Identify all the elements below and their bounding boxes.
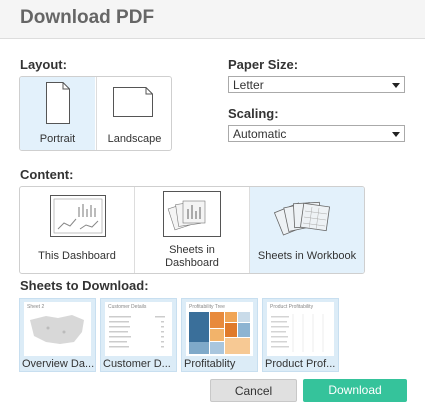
content-option-sheets-in-workbook[interactable]: Sheets in Workbook xyxy=(250,187,364,273)
this-dashboard-label: This Dashboard xyxy=(38,250,116,262)
layout-label: Layout: xyxy=(20,57,67,72)
download-button[interactable]: Download xyxy=(303,379,407,402)
layout-selector: Portrait Landscape xyxy=(19,76,172,151)
scaling-label: Scaling: xyxy=(228,106,279,121)
sheets-to-download-label: Sheets to Download: xyxy=(20,278,149,293)
sheet-label: Customer D... xyxy=(103,358,171,370)
sheet-preview: Profitability Tree xyxy=(186,302,253,356)
content-selector: This Dashboard Sheets in Dashboard Sheet… xyxy=(19,186,365,274)
treemap-preview-icon xyxy=(189,312,250,354)
content-label: Content: xyxy=(20,167,74,182)
sheets-in-dashboard-label-line2: Dashboard xyxy=(165,257,219,269)
scaling-value: Automatic xyxy=(233,127,287,141)
scaling-select[interactable]: Automatic xyxy=(228,125,405,142)
portrait-label: Portrait xyxy=(39,133,76,145)
sheets-in-dashboard-icon xyxy=(163,191,221,237)
sheet-thumbnail[interactable]: Profitability Tree Profitablity xyxy=(181,298,258,372)
paper-size-value: Letter xyxy=(233,78,264,92)
table-preview-icon xyxy=(109,316,165,348)
dialog-title: Download PDF xyxy=(20,7,155,28)
sheet-label: Profitablity xyxy=(184,358,236,370)
chevron-down-icon xyxy=(392,83,400,88)
paper-size-label: Paper Size: xyxy=(228,57,299,72)
landscape-label: Landscape xyxy=(107,133,162,145)
layout-option-landscape[interactable]: Landscape xyxy=(96,77,171,150)
sheet-thumbnail[interactable]: Sheet 2 Overview Da... xyxy=(19,298,96,372)
content-option-this-dashboard[interactable]: This Dashboard xyxy=(20,187,135,273)
sheet-preview: Customer Details xyxy=(105,302,172,356)
paper-size-select[interactable]: Letter xyxy=(228,76,405,93)
sheet-thumbnail[interactable]: Product Profitability Product Prof... xyxy=(262,298,339,372)
cancel-button[interactable]: Cancel xyxy=(210,379,297,402)
sheets-in-workbook-icon xyxy=(273,201,330,236)
sheets-in-dashboard-label-line1: Sheets in xyxy=(169,244,215,256)
layout-option-portrait[interactable]: Portrait xyxy=(20,77,95,150)
content-option-sheets-in-dashboard[interactable]: Sheets in Dashboard xyxy=(135,187,250,273)
sheet-label: Product Prof... xyxy=(265,358,336,370)
dialog-titlebar: Download PDF xyxy=(0,0,425,39)
sheet-label: Overview Da... xyxy=(22,358,95,370)
landscape-page-icon xyxy=(113,87,153,117)
dashboard-icon xyxy=(50,195,106,237)
map-preview-icon xyxy=(30,315,84,344)
portrait-page-icon xyxy=(46,82,70,124)
grid-preview-icon xyxy=(271,314,324,352)
sheet-thumbnail[interactable]: Customer Details Customer D... xyxy=(100,298,177,372)
sheets-in-workbook-label: Sheets in Workbook xyxy=(257,250,357,262)
sheet-preview: Product Profitability xyxy=(267,302,334,356)
sheet-preview: Sheet 2 xyxy=(24,302,91,356)
chevron-down-icon xyxy=(392,132,400,137)
